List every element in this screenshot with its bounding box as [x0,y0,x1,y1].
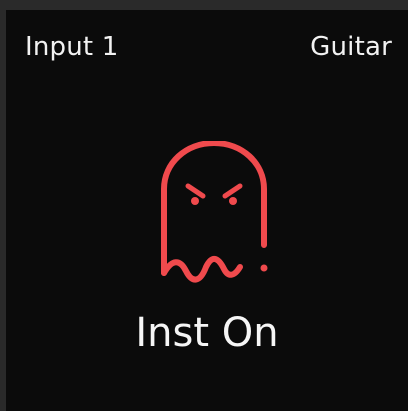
instrument-panel[interactable]: Input 1 Guitar Inst On [6,10,408,411]
input-label: Input 1 [25,32,119,62]
source-label: Guitar [310,32,392,62]
angry-ghost-icon [161,141,268,283]
status-text: Inst On [135,310,279,356]
window-frame: Input 1 Guitar Inst On [0,0,408,411]
